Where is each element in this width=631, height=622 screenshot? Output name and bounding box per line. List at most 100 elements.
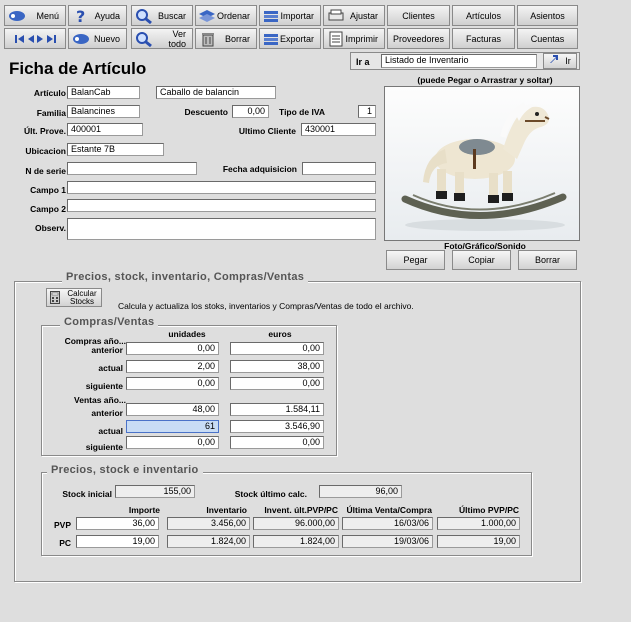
units-cell[interactable]: 0,00 <box>126 436 219 449</box>
iva-field[interactable]: 1 <box>358 105 376 118</box>
ubicacion-label: Ubicacion <box>25 146 66 156</box>
export-button[interactable]: Exportar <box>259 28 321 49</box>
rocking-horse-image <box>385 87 579 240</box>
units-cell-active[interactable]: 61 <box>126 420 219 433</box>
photo-area[interactable] <box>384 86 580 241</box>
stock-inicial-field[interactable]: 155,00 <box>115 485 195 498</box>
euros-cell[interactable]: 1.584,11 <box>230 403 324 416</box>
pc-ultimo-cell[interactable]: 19,00 <box>437 535 520 548</box>
units-header: unidades <box>168 329 206 339</box>
accounts-button-label: Cuentas <box>530 33 565 44</box>
euros-cell[interactable]: 0,00 <box>230 342 324 355</box>
goto-select[interactable]: Listado de Inventario <box>381 54 537 68</box>
stock-ultimo-field[interactable]: 96,00 <box>319 485 402 498</box>
previous-record-icon[interactable] <box>27 34 34 44</box>
calculator-icon <box>50 290 60 306</box>
pc-invent-ult-cell[interactable]: 1.824,00 <box>253 535 339 548</box>
iva-label: Tipo de IVA <box>279 107 325 117</box>
print-icon <box>326 31 346 47</box>
units-cell[interactable]: 0,00 <box>126 342 219 355</box>
fecha-field[interactable] <box>302 162 376 175</box>
familia-field[interactable]: Balancines <box>67 105 140 118</box>
next-record-icon[interactable] <box>36 34 44 44</box>
campo1-field[interactable] <box>67 181 376 194</box>
articles-button-label: Artículos <box>465 10 501 21</box>
articulo-label: Artículo <box>33 88 66 98</box>
descuento-field[interactable]: 0,00 <box>232 105 269 118</box>
articulo-desc-field[interactable]: Caballo de balancin <box>156 86 276 99</box>
euros-cell[interactable]: 0,00 <box>230 436 324 449</box>
euros-header: euros <box>268 329 292 339</box>
pvp-ultima-venta-cell[interactable]: 16/03/06 <box>342 517 433 530</box>
row-label: siguiente <box>85 442 123 452</box>
pvp-ultimo-cell[interactable]: 1.000,00 <box>437 517 520 530</box>
stock-inicial-label: Stock inicial <box>62 489 112 499</box>
delete-button[interactable]: Borrar <box>195 28 257 49</box>
search-button[interactable]: Buscar <box>131 5 193 26</box>
pvp-importe-cell[interactable]: 36,00 <box>76 517 159 530</box>
photo-hint: (puede Pegar o Arrastrar y soltar) <box>417 75 553 85</box>
sort-button[interactable]: Ordenar <box>195 5 257 26</box>
units-cell[interactable]: 0,00 <box>126 377 219 390</box>
section-title: Precios, stock, inventario, Compras/Vent… <box>62 271 309 283</box>
pc-importe-cell[interactable]: 19,00 <box>76 535 159 548</box>
goto-button-label: Ir <box>565 56 571 66</box>
menu-button-label: Menú <box>36 10 59 21</box>
last-record-icon[interactable] <box>46 34 56 44</box>
pc-inventario-cell[interactable]: 1.824,00 <box>167 535 250 548</box>
ubicacion-field[interactable]: Estante 7B <box>67 143 164 156</box>
search-button-label: Buscar <box>157 10 186 21</box>
import-button[interactable]: Importar <box>259 5 321 26</box>
adjust-button[interactable]: Ajustar <box>323 5 385 26</box>
entries-button[interactable]: Asientos <box>517 5 578 26</box>
pc-ultima-compra-cell[interactable]: 19/03/06 <box>342 535 433 548</box>
calc-stocks-button[interactable]: Calcular Stocks <box>46 288 102 307</box>
euros-cell[interactable]: 38,00 <box>230 360 324 373</box>
stock-ultimo-label: Stock último calc. <box>234 489 307 499</box>
menu-icon <box>7 8 27 24</box>
import-icon <box>262 8 280 24</box>
print-button[interactable]: Imprimir <box>323 28 385 49</box>
calc-description: Calcula y actualiza los stoks, inventari… <box>118 301 414 311</box>
clients-button[interactable]: Clientes <box>387 5 450 26</box>
goto-button[interactable]: Ir <box>543 53 577 69</box>
import-button-label: Importar <box>280 10 314 21</box>
paste-button[interactable]: Pegar <box>386 250 445 270</box>
units-cell[interactable]: 2,00 <box>126 360 219 373</box>
row-label: actual <box>98 426 123 436</box>
euros-cell[interactable]: 0,00 <box>230 377 324 390</box>
delete-photo-button[interactable]: Borrar <box>518 250 577 270</box>
row-label: actual <box>98 363 123 373</box>
observ-field[interactable] <box>67 218 376 240</box>
menu-button[interactable]: Menú <box>4 5 66 26</box>
first-record-icon[interactable] <box>14 34 24 44</box>
ultima-venta-header: Última Venta/Compra <box>346 505 433 515</box>
record-navigation[interactable] <box>4 28 66 49</box>
row-label: anterior <box>91 345 123 355</box>
suppliers-button[interactable]: Proveedores <box>387 28 450 49</box>
campo2-field[interactable] <box>67 199 376 212</box>
ventas-header: Ventas año... <box>74 395 126 405</box>
pvp-inventario-cell[interactable]: 3.456,00 <box>167 517 250 530</box>
copy-button[interactable]: Copiar <box>452 250 511 270</box>
units-cell[interactable]: 48,00 <box>126 403 219 416</box>
invoices-button[interactable]: Facturas <box>452 28 515 49</box>
nserie-field[interactable] <box>67 162 197 175</box>
articulo-code-field[interactable]: BalanCab <box>67 86 140 99</box>
articles-button[interactable]: Artículos <box>452 5 515 26</box>
page-title: Ficha de Artículo <box>9 59 147 78</box>
compras-ventas-title: Compras/Ventas <box>60 316 159 328</box>
accounts-button[interactable]: Cuentas <box>517 28 578 49</box>
trash-icon <box>198 31 218 47</box>
ultimo-cliente-field[interactable]: 430001 <box>301 123 376 136</box>
view-all-button[interactable]: Ver todo <box>131 28 193 49</box>
ult-prove-field[interactable]: 400001 <box>67 123 143 136</box>
importe-header: Importe <box>128 505 160 515</box>
campo2-label: Campo 2 <box>30 204 66 214</box>
ultimo-cliente-label: Ultimo Cliente <box>238 126 296 136</box>
pvp-invent-ult-cell[interactable]: 96.000,00 <box>253 517 339 530</box>
row-label: anterior <box>91 408 123 418</box>
new-button[interactable]: Nuevo <box>68 28 127 49</box>
euros-cell[interactable]: 3.546,90 <box>230 420 324 433</box>
help-button[interactable]: ? Ayuda <box>68 5 127 26</box>
